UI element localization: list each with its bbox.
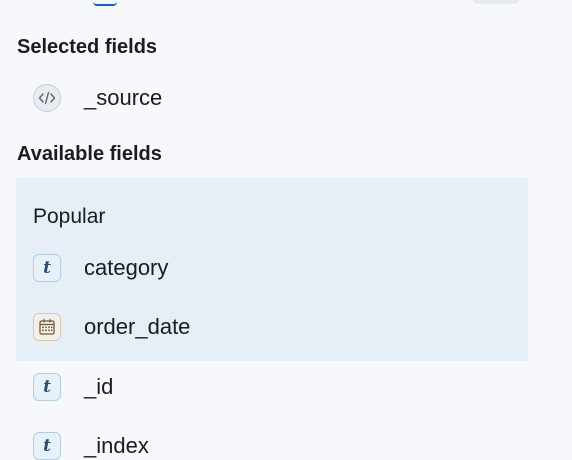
text-type-glyph: t — [43, 435, 51, 456]
top-toolbar-fragment — [0, 0, 572, 6]
field-name: _index — [84, 433, 149, 458]
code-icon — [33, 84, 61, 112]
link-fragment[interactable] — [93, 0, 117, 6]
field-item-order-date[interactable]: order_date — [16, 302, 528, 352]
available-fields-heading: Available fields — [17, 143, 162, 165]
text-type-icon: t — [33, 373, 61, 401]
selected-fields-heading: Selected fields — [17, 36, 158, 58]
field-item-source[interactable]: _source — [16, 73, 528, 123]
text-type-icon: t — [33, 254, 61, 282]
field-name: _id — [84, 374, 114, 399]
field-name: _source — [84, 85, 163, 110]
field-name: order_date — [84, 314, 191, 339]
field-item-category[interactable]: t category — [16, 243, 528, 293]
field-list-sidebar: Selected fields _source Available fields… — [0, 0, 572, 460]
text-type-icon: t — [33, 432, 61, 460]
popular-fields-label: Popular — [33, 205, 106, 228]
field-item-index[interactable]: t _index — [16, 421, 528, 460]
text-type-glyph: t — [43, 257, 51, 278]
text-type-glyph: t — [43, 376, 51, 397]
toolbar-button-fragment[interactable] — [472, 0, 520, 4]
field-name: category — [84, 255, 169, 280]
calendar-icon — [33, 313, 61, 341]
field-item-id[interactable]: t _id — [16, 362, 528, 412]
